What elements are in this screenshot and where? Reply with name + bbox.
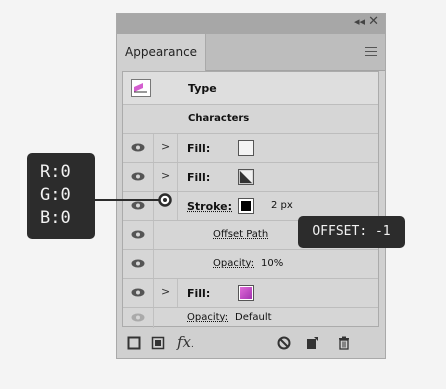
panel-menu-icon[interactable] [365,47,377,56]
stroke-weight[interactable]: 2 px [271,200,293,211]
stroke-label[interactable]: Stroke: [187,200,232,213]
characters-label: Characters [188,113,250,124]
rgb-callout: R:0 G:0 B:0 [27,153,95,239]
fill-label: Fill: [187,287,211,300]
fill-swatch[interactable] [238,169,254,185]
fill-label: Fill: [187,142,211,155]
panel-title-bar: ◂◂ ✕ [117,14,385,34]
opacity-label[interactable]: Opacity: [187,312,228,323]
offset-callout: OFFSET: -1 [298,216,405,248]
new-art-stroke-icon[interactable] [127,336,141,350]
expand-chevron-icon[interactable]: > [161,169,170,182]
type-row[interactable]: Type [123,72,378,105]
expand-chevron-icon[interactable]: > [161,285,170,298]
expand-chevron-icon[interactable]: > [161,140,170,153]
offset-path-label[interactable]: Offset Path [213,229,268,240]
default-opacity-row[interactable]: Opacity: Default [123,308,378,328]
opacity-value: Default [235,312,272,323]
visibility-eye-icon[interactable] [131,172,145,181]
clear-icon[interactable] [277,336,291,350]
fx-icon[interactable]: fx. [177,333,194,351]
fill-row-3[interactable]: > Fill: [123,279,378,308]
type-thumbnail-icon [131,79,151,97]
fill-row-2[interactable]: > Fill: [123,163,378,192]
fill-label: Fill: [187,171,211,184]
new-art-fill-icon[interactable] [151,336,165,350]
rgb-b-value: B:0 [40,208,71,228]
fill-swatch[interactable] [238,140,254,156]
visibility-eye-icon[interactable] [131,313,145,322]
opacity-label[interactable]: Opacity: [213,258,254,269]
visibility-eye-icon[interactable] [131,259,145,268]
visibility-eye-icon[interactable] [131,143,145,152]
appearance-panel: ◂◂ ✕ Appearance Type Characters > Fill: [116,13,386,359]
opacity-value: 10% [261,258,284,269]
collapse-icon[interactable]: ◂◂ [354,15,365,28]
bottom-toolbar: fx. [117,330,385,358]
stroke-swatch[interactable] [238,198,254,214]
duplicate-icon[interactable] [305,336,319,350]
visibility-eye-icon[interactable] [131,288,145,297]
callout-connector [95,193,172,207]
fill-row-1[interactable]: > Fill: [123,134,378,163]
rgb-r-value: R:0 [40,162,71,182]
tab-appearance[interactable]: Appearance [117,34,207,71]
visibility-eye-icon[interactable] [131,230,145,239]
opacity-row[interactable]: Opacity: 10% [123,250,378,279]
close-icon[interactable]: ✕ [368,14,379,29]
tab-bar: Appearance [117,34,385,71]
delete-icon[interactable] [337,336,351,350]
fill-swatch[interactable] [238,285,254,301]
characters-row[interactable]: Characters [123,105,378,134]
rgb-g-value: G:0 [40,185,71,205]
type-label: Type [188,82,217,95]
